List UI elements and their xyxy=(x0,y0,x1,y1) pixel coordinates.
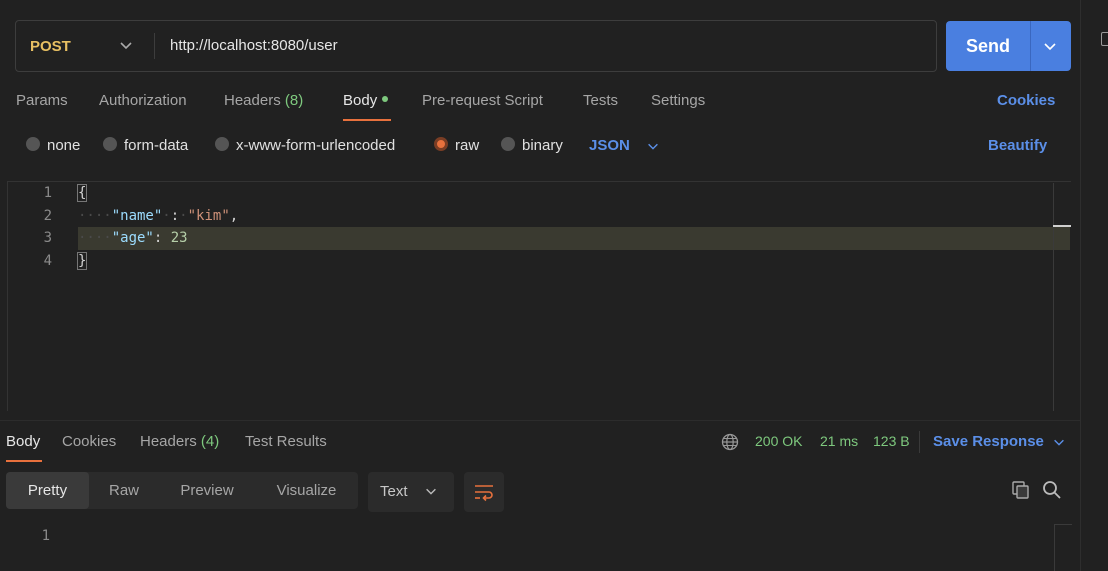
json-string: "kim" xyxy=(187,208,230,224)
wrap-lines-icon xyxy=(475,485,493,502)
tab-label: Headers xyxy=(224,92,281,109)
response-tab-test-results[interactable]: Test Results xyxy=(245,433,327,450)
url-input[interactable] xyxy=(170,37,910,54)
method-select[interactable]: POST xyxy=(30,38,71,55)
tab-label: Body xyxy=(343,92,378,109)
radio-none[interactable]: none xyxy=(26,137,80,154)
radio-label: none xyxy=(47,137,81,154)
chevron-down-icon xyxy=(426,488,436,495)
send-label: Send xyxy=(966,36,1011,56)
beautify-link[interactable]: Beautify xyxy=(988,137,1047,154)
editor-scrollbar[interactable] xyxy=(1053,183,1054,411)
view-mode-visualize[interactable]: Visualize xyxy=(255,472,358,509)
send-button[interactable]: Send xyxy=(946,21,1071,71)
response-tab-body[interactable]: Body xyxy=(6,433,40,450)
view-mode-segmented-control: Pretty Raw Preview Visualize xyxy=(6,472,358,509)
radio-icon xyxy=(103,137,117,152)
line-number: 1 xyxy=(43,185,52,201)
line-number: 2 xyxy=(43,208,52,224)
response-tab-headers[interactable]: Headers (4) xyxy=(140,433,219,450)
line-number: 1 xyxy=(41,528,50,544)
tab-headers[interactable]: Headers (8) xyxy=(224,92,303,109)
scrollbar-marker xyxy=(1053,225,1071,227)
current-line-highlight xyxy=(78,227,1070,250)
wrap-lines-button[interactable] xyxy=(464,472,504,512)
radio-x-www-form-urlencoded[interactable]: x-www-form-urlencoded xyxy=(215,137,395,154)
open-brace: { xyxy=(76,184,88,202)
response-tab-cookies[interactable]: Cookies xyxy=(62,433,116,450)
view-mode-pretty[interactable]: Pretty xyxy=(6,472,89,509)
radio-label: raw xyxy=(455,137,480,154)
tab-params[interactable]: Params xyxy=(16,92,68,109)
side-panel-icon[interactable] xyxy=(1101,32,1108,46)
cookies-link[interactable]: Cookies xyxy=(997,92,1055,109)
status-code[interactable]: 200 OK xyxy=(755,433,802,449)
line-number: 4 xyxy=(43,253,52,269)
chevron-down-icon[interactable] xyxy=(1052,435,1066,449)
format-label: Text xyxy=(380,483,408,500)
divider xyxy=(0,420,1080,421)
radio-label: form-data xyxy=(124,137,189,154)
divider xyxy=(1080,0,1081,571)
chevron-down-icon[interactable] xyxy=(646,139,660,153)
modified-dot xyxy=(382,96,389,103)
tab-settings[interactable]: Settings xyxy=(651,92,705,109)
tab-authorization[interactable]: Authorization xyxy=(99,92,187,109)
active-tab-indicator xyxy=(6,460,42,462)
code-line: ····"age": 23 xyxy=(78,230,188,246)
json-number: 23 xyxy=(170,230,188,246)
divider xyxy=(154,33,155,59)
radio-label: x-www-form-urlencoded xyxy=(236,137,396,154)
json-key: "name" xyxy=(111,208,163,224)
response-scrollbar[interactable] xyxy=(1054,524,1055,571)
radio-raw[interactable]: raw xyxy=(434,137,479,154)
tab-label: Headers xyxy=(140,433,197,450)
save-response-button[interactable]: Save Response xyxy=(933,433,1044,450)
raw-format-select[interactable]: JSON xyxy=(589,137,630,154)
radio-icon xyxy=(215,137,229,152)
search-icon[interactable] xyxy=(1042,480,1062,500)
radio-binary[interactable]: binary xyxy=(501,137,563,154)
code-line: } xyxy=(76,252,88,270)
code-line: { xyxy=(76,184,88,202)
code-line: ····"name"·:·"kim", xyxy=(78,208,239,224)
chevron-down-icon[interactable] xyxy=(118,37,134,53)
close-brace: } xyxy=(76,252,88,270)
view-mode-preview[interactable]: Preview xyxy=(159,472,255,509)
line-number: 3 xyxy=(43,230,52,246)
view-mode-raw[interactable]: Raw xyxy=(89,472,159,509)
tab-body[interactable]: Body xyxy=(343,92,389,109)
copy-icon[interactable] xyxy=(1011,480,1031,500)
response-time[interactable]: 21 ms xyxy=(820,433,858,449)
radio-label: binary xyxy=(522,137,563,154)
divider xyxy=(1030,21,1031,71)
response-format-select[interactable]: Text xyxy=(368,472,454,512)
divider xyxy=(919,431,920,453)
radio-icon xyxy=(26,137,40,152)
tab-tests[interactable]: Tests xyxy=(583,92,618,109)
json-key: "age" xyxy=(111,230,154,246)
radio-selected-icon xyxy=(434,137,448,152)
tab-count: (4) xyxy=(200,433,220,450)
url-bar: POST xyxy=(15,20,937,72)
radio-icon xyxy=(501,137,515,152)
active-tab-indicator xyxy=(343,119,391,121)
tab-pre-request-script[interactable]: Pre-request Script xyxy=(422,92,543,109)
radio-form-data[interactable]: form-data xyxy=(103,137,188,154)
globe-icon[interactable] xyxy=(721,433,739,451)
chevron-down-icon[interactable] xyxy=(1042,38,1058,54)
tab-count: (8) xyxy=(284,92,304,109)
scrollbar-border xyxy=(1054,524,1072,525)
response-size[interactable]: 123 B xyxy=(873,433,910,449)
